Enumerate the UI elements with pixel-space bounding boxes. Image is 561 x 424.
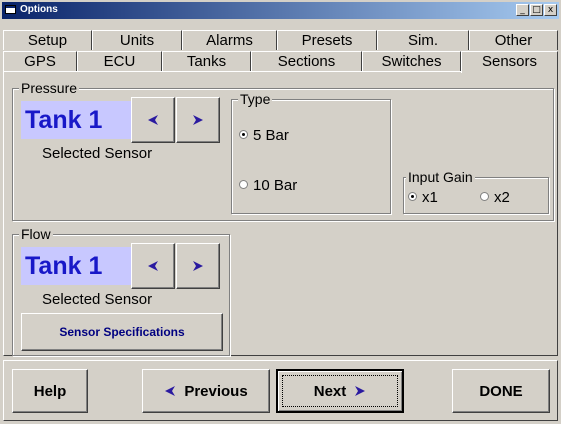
chevron-right-icon — [193, 115, 203, 125]
pressure-group: Pressure Tank 1 Selected Sensor Type 5 B… — [12, 80, 554, 221]
focus-rectangle — [282, 375, 398, 407]
pressure-prev-button[interactable] — [131, 97, 175, 143]
done-button[interactable]: DONE — [452, 369, 550, 413]
input-gain-legend: Input Gain — [406, 169, 475, 185]
pressure-selected-caption: Selected Sensor — [42, 145, 153, 162]
tab-presets[interactable]: Presets — [277, 30, 377, 50]
flow-next-button[interactable] — [176, 243, 220, 289]
sensors-panel: Pressure Tank 1 Selected Sensor Type 5 B… — [3, 71, 558, 356]
tab-units[interactable]: Units — [92, 30, 182, 50]
flow-selected-caption: Selected Sensor — [42, 291, 153, 308]
radio-unchecked-icon — [239, 180, 248, 189]
tab-ecu[interactable]: ECU — [77, 51, 162, 71]
tab-sim[interactable]: Sim. — [377, 30, 469, 50]
pressure-next-button[interactable] — [176, 97, 220, 143]
pressure-tank-label: Tank 1 — [21, 101, 131, 139]
radio-checked-icon — [408, 192, 417, 201]
previous-button[interactable]: Previous — [142, 369, 270, 413]
radio-unchecked-icon — [480, 192, 489, 201]
title-bar[interactable]: Options _ □ x — [2, 2, 559, 19]
window-icon — [5, 5, 16, 14]
help-button[interactable]: Help — [12, 369, 88, 413]
maximize-button[interactable]: □ — [530, 4, 543, 16]
tab-switches[interactable]: Switches — [362, 51, 461, 71]
pressure-legend: Pressure — [19, 80, 80, 96]
sensor-specifications-button[interactable]: Sensor Specifications — [21, 313, 223, 351]
type-10bar-radio[interactable]: 10 Bar — [239, 178, 297, 194]
chevron-left-icon — [148, 115, 158, 125]
chevron-left-icon — [165, 386, 176, 396]
next-button[interactable]: Next — [276, 369, 404, 413]
gain-x1-radio[interactable]: x1 — [408, 190, 438, 206]
tab-tanks[interactable]: Tanks — [162, 51, 251, 71]
gain-x2-radio[interactable]: x2 — [480, 190, 510, 206]
input-gain-group: Input Gain x1 x2 — [403, 169, 549, 214]
type-group: Type 5 Bar 10 Bar — [231, 91, 391, 214]
flow-prev-button[interactable] — [131, 243, 175, 289]
radio-checked-icon — [239, 130, 248, 139]
tab-gps[interactable]: GPS — [3, 51, 77, 71]
window-title: Options — [20, 4, 58, 15]
type-5bar-radio[interactable]: 5 Bar — [239, 128, 289, 144]
tab-setup[interactable]: Setup — [3, 30, 92, 50]
chevron-left-icon — [148, 261, 158, 271]
tab-row-2: GPS ECU Tanks Sections Switches Sensors — [3, 51, 558, 73]
flow-legend: Flow — [19, 226, 53, 242]
minimize-button[interactable]: _ — [516, 4, 529, 16]
options-window: Options _ □ x Setup Units Alarms Presets… — [0, 0, 561, 424]
close-button[interactable]: x — [544, 4, 557, 16]
tab-sections[interactable]: Sections — [251, 51, 362, 71]
chevron-right-icon — [193, 261, 203, 271]
tab-sensors[interactable]: Sensors — [461, 51, 558, 73]
type-legend: Type — [238, 91, 273, 107]
flow-group: Flow Tank 1 Selected Sensor Sensor Speci… — [12, 226, 230, 356]
tab-alarms[interactable]: Alarms — [182, 30, 277, 50]
flow-tank-label: Tank 1 — [21, 247, 131, 285]
footer-bar: Help Previous Next DONE — [3, 360, 558, 421]
tab-row-1: Setup Units Alarms Presets Sim. Other — [3, 30, 558, 50]
tab-other[interactable]: Other — [469, 30, 558, 50]
